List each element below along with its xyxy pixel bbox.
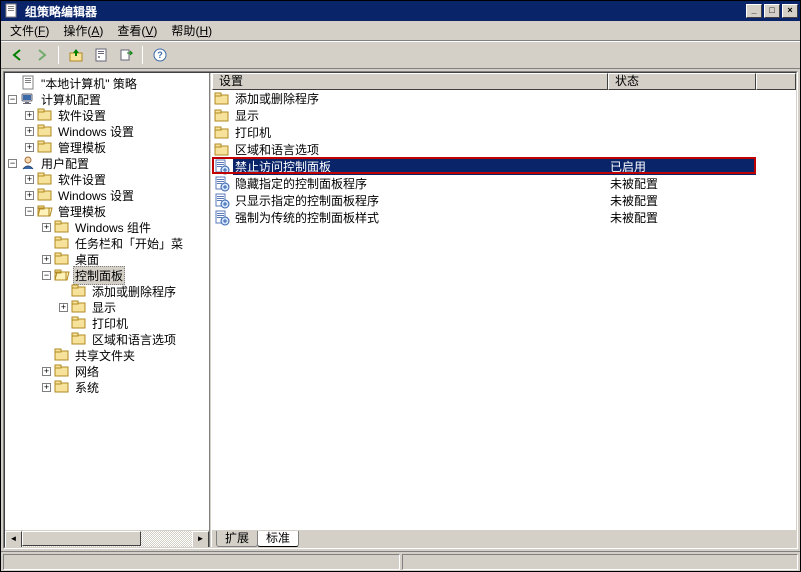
tree-item[interactable]: 区域和语言选项	[5, 331, 209, 347]
menu-help[interactable]: 帮助(H)	[164, 20, 219, 41]
tree-label: Windows 组件	[73, 219, 153, 236]
tree-scroll-left[interactable]: ◄	[5, 531, 22, 547]
col-header-state[interactable]: 状态	[608, 73, 756, 90]
tree-label: 软件设置	[56, 171, 108, 188]
tree-label: 打印机	[90, 315, 130, 332]
tree-label: 添加或删除程序	[90, 283, 178, 300]
list-cell-name: 区域和语言选项	[233, 141, 321, 158]
list-cell-name: 只显示指定的控制面板程序	[233, 192, 381, 209]
tree-label: 显示	[90, 299, 118, 316]
menu-view[interactable]: 查看(V)	[110, 20, 164, 41]
tree-item[interactable]: +Windows 组件	[5, 219, 209, 235]
close-button[interactable]: ×	[782, 4, 798, 18]
menu-file[interactable]: 文件(F)	[3, 20, 56, 41]
tree-item[interactable]: 添加或删除程序	[5, 283, 209, 299]
list-row[interactable]: 打印机	[212, 124, 796, 141]
toolbar	[1, 41, 800, 69]
tree-label: 任务栏和「开始」菜	[73, 235, 185, 252]
list-row[interactable]: 强制为传统的控制面板样式 未被配置	[212, 209, 796, 226]
tree-item[interactable]: 共享文件夹	[5, 347, 209, 363]
list-cell-state: 未被配置	[608, 209, 756, 226]
help-button[interactable]	[148, 44, 171, 66]
tree-label: 用户配置	[39, 155, 91, 172]
minimize-button[interactable]: _	[746, 4, 762, 18]
list-cell-name: 显示	[233, 107, 261, 124]
list-cell-name: 添加或删除程序	[233, 90, 321, 107]
tree-item[interactable]: −控制面板	[5, 267, 209, 283]
list-cell-name: 打印机	[233, 124, 273, 141]
window-title: 组策略编辑器	[23, 3, 744, 20]
up-button[interactable]	[64, 44, 87, 66]
tree-item[interactable]: +Windows 设置	[5, 123, 209, 139]
properties-button[interactable]	[89, 44, 112, 66]
tree-item[interactable]: +显示	[5, 299, 209, 315]
tree-scroll-right[interactable]: ►	[192, 531, 209, 547]
list-body[interactable]: 添加或删除程序显示打印机区域和语言选项禁止访问控制面板已启用隐藏指定的控制面板程…	[212, 90, 796, 529]
tree-pane[interactable]: "本地计算机" 策略−计算机配置+软件设置+Windows 设置+管理模板−用户…	[5, 73, 209, 547]
tree-item[interactable]: "本地计算机" 策略	[5, 75, 209, 91]
tree-item[interactable]: +软件设置	[5, 107, 209, 123]
tree-label: 系统	[73, 379, 101, 396]
window-root: 组策略编辑器 _ □ × 文件(F) 操作(A) 查看(V) 帮助(H) "本地…	[0, 0, 801, 572]
list-row[interactable]: 只显示指定的控制面板程序 未被配置	[212, 192, 796, 209]
list-header: 设置 状态	[212, 73, 796, 90]
status-cell-1	[3, 554, 400, 570]
col-header-setting[interactable]: 设置	[212, 73, 608, 90]
list-row[interactable]: 添加或删除程序	[212, 90, 796, 107]
list-row[interactable]: 禁止访问控制面板已启用	[212, 158, 796, 175]
tab-extended[interactable]: 扩展	[216, 531, 258, 547]
tree-item[interactable]: −用户配置	[5, 155, 209, 171]
list-row[interactable]: 区域和语言选项	[212, 141, 796, 158]
list-row[interactable]: 显示	[212, 107, 796, 124]
status-cell-2	[402, 554, 799, 570]
tree-item[interactable]: +Windows 设置	[5, 187, 209, 203]
maximize-button[interactable]: □	[764, 4, 780, 18]
tree-item[interactable]: −计算机配置	[5, 91, 209, 107]
back-button[interactable]	[5, 44, 28, 66]
tree-label: "本地计算机" 策略	[39, 75, 139, 92]
tree-label: Windows 设置	[56, 123, 136, 140]
forward-button[interactable]	[30, 44, 53, 66]
tree-item[interactable]: +系统	[5, 379, 209, 395]
tree-item[interactable]: −管理模板	[5, 203, 209, 219]
client-area: "本地计算机" 策略−计算机配置+软件设置+Windows 设置+管理模板−用户…	[3, 71, 798, 549]
export-button[interactable]	[114, 44, 137, 66]
app-icon	[3, 3, 19, 19]
tree-label: Windows 设置	[56, 187, 136, 204]
menu-action[interactable]: 操作(A)	[56, 20, 110, 41]
tree-scroll-track[interactable]	[22, 531, 192, 547]
list-row[interactable]: 隐藏指定的控制面板程序 未被配置	[212, 175, 796, 192]
list-cell-state: 未被配置	[608, 192, 756, 209]
tree-label: 管理模板	[56, 139, 108, 156]
tree-label: 共享文件夹	[73, 347, 137, 364]
tabs-row: 扩展 标准	[212, 529, 796, 547]
list-cell-name: 隐藏指定的控制面板程序	[233, 175, 369, 192]
list-cell-state: 未被配置	[608, 175, 756, 192]
list-cell-name: 强制为传统的控制面板样式	[233, 209, 381, 226]
list-cell-state: 已启用	[608, 158, 756, 175]
tree-label: 软件设置	[56, 107, 108, 124]
tab-standard[interactable]: 标准	[257, 531, 299, 547]
tree-item[interactable]: +软件设置	[5, 171, 209, 187]
tree-item[interactable]: +网络	[5, 363, 209, 379]
tree-label: 网络	[73, 363, 101, 380]
tree-label: 计算机配置	[39, 91, 103, 108]
tree-item[interactable]: +管理模板	[5, 139, 209, 155]
title-bar: 组策略编辑器 _ □ ×	[1, 1, 800, 21]
tree-item[interactable]: 任务栏和「开始」菜	[5, 235, 209, 251]
tree-label: 管理模板	[56, 203, 108, 220]
list-pane: 设置 状态 添加或删除程序显示打印机区域和语言选项禁止访问控制面板已启用隐藏指定…	[212, 73, 796, 547]
list-cell-name: 禁止访问控制面板	[233, 158, 608, 175]
status-bar	[1, 551, 800, 571]
tree-item[interactable]: 打印机	[5, 315, 209, 331]
tree-label: 区域和语言选项	[90, 331, 178, 348]
menu-bar: 文件(F) 操作(A) 查看(V) 帮助(H)	[1, 21, 800, 41]
